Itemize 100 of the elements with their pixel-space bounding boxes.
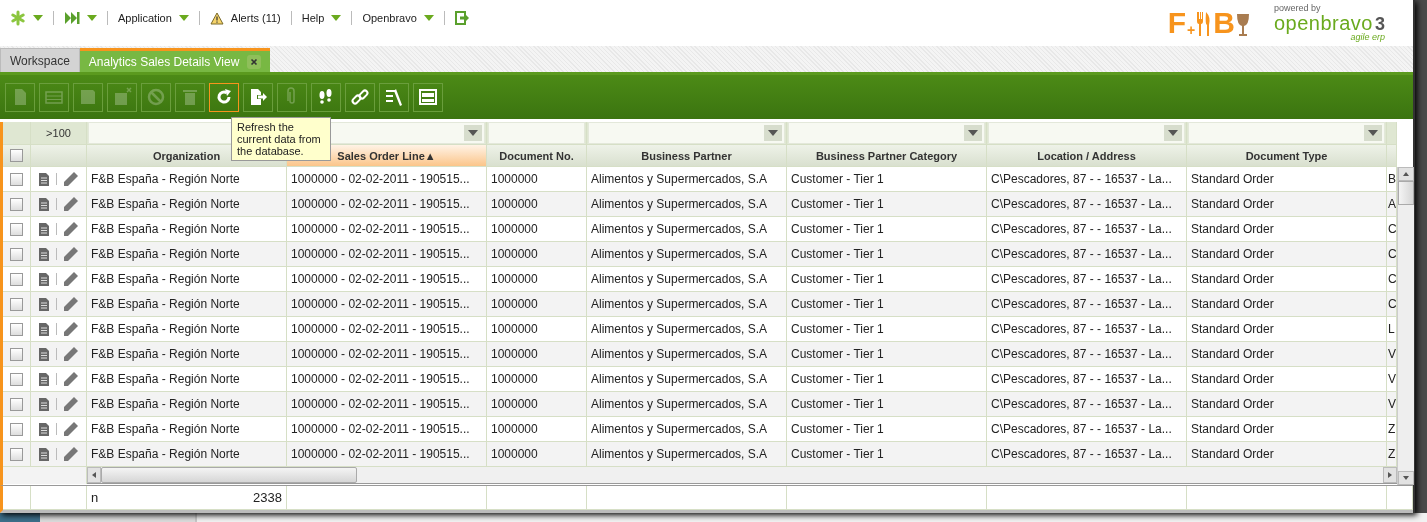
table-cell: 1000000 - 02-02-2011 - 190515... <box>287 442 487 467</box>
arrow-left-icon[interactable] <box>87 467 101 483</box>
table-cell: 1000000 <box>487 192 587 217</box>
table-cell: Customer - Tier 1 <box>787 392 987 417</box>
caret-icon[interactable] <box>331 15 342 21</box>
document-icon[interactable] <box>38 396 50 412</box>
arrow-right-icon[interactable] <box>1383 467 1397 483</box>
pencil-icon[interactable] <box>63 371 79 387</box>
scrollbar-thumb[interactable] <box>1398 181 1414 205</box>
column-header[interactable]: Business Partner Category <box>787 145 987 167</box>
caret-icon[interactable] <box>468 130 478 136</box>
table-cell: 1000000 - 02-02-2011 - 190515... <box>287 342 487 367</box>
filter-dropdown-button[interactable] <box>764 125 782 141</box>
select-all-checkbox[interactable] <box>10 149 23 162</box>
nav-menu-link[interactable]: Openbravo <box>362 12 417 24</box>
nav-menu-link[interactable]: Application <box>118 12 172 24</box>
asterisk-icon[interactable] <box>10 10 26 26</box>
document-icon[interactable] <box>38 321 50 337</box>
summary-cell <box>3 486 31 510</box>
table-cell: Standard Order <box>1187 417 1387 442</box>
pencil-icon[interactable] <box>63 396 79 412</box>
column-header[interactable]: Document No. <box>487 145 587 167</box>
table-cell: 1000000 <box>487 442 587 467</box>
caret-icon[interactable] <box>768 130 778 136</box>
row-checkbox[interactable] <box>10 397 23 411</box>
row-checkbox[interactable] <box>10 272 23 286</box>
logout-icon[interactable] <box>454 11 470 25</box>
warning-icon <box>209 11 224 25</box>
arrow-up-icon[interactable] <box>1398 167 1414 181</box>
horizontal-scrollbar[interactable] <box>87 467 1397 484</box>
table-cell: C\Pescadores, 87 - - 16537 - La... <box>987 367 1187 392</box>
row-checkbox[interactable] <box>10 172 23 186</box>
table-cell: F&B España - Región Norte <box>87 192 287 217</box>
table-cell: 1000000 <box>487 392 587 417</box>
pencil-icon[interactable] <box>63 296 79 312</box>
pencil-icon[interactable] <box>63 321 79 337</box>
window-tab[interactable]: Workspace <box>0 48 80 72</box>
document-icon[interactable] <box>38 421 50 437</box>
filter-dropdown-button[interactable] <box>964 125 982 141</box>
row-checkbox[interactable] <box>10 447 23 461</box>
row-count-label: >100 <box>31 122 87 145</box>
row-checkbox[interactable] <box>10 247 23 261</box>
document-icon[interactable] <box>38 246 50 262</box>
document-icon[interactable] <box>38 196 50 212</box>
pencil-icon[interactable] <box>63 221 79 237</box>
row-checkbox[interactable] <box>10 322 23 336</box>
pencil-icon[interactable] <box>63 171 79 187</box>
table-cell: Standard Order <box>1187 367 1387 392</box>
wine-glass-icon <box>1235 13 1250 37</box>
header-cell[interactable] <box>1387 145 1397 167</box>
document-icon[interactable] <box>38 171 50 187</box>
pencil-icon[interactable] <box>63 246 79 262</box>
document-icon[interactable] <box>38 296 50 312</box>
table-cell: Customer - Tier 1 <box>787 342 987 367</box>
document-icon[interactable] <box>38 371 50 387</box>
row-checkbox[interactable] <box>10 222 23 236</box>
caret-icon[interactable] <box>1368 130 1378 136</box>
filter-dropdown-button[interactable] <box>1164 125 1182 141</box>
table-cell: C\Pescadores, 87 - - 16537 - La... <box>987 242 1187 267</box>
table-cell: Standard Order <box>1187 267 1387 292</box>
column-header[interactable]: Location / Address <box>987 145 1187 167</box>
caret-icon[interactable] <box>87 15 97 21</box>
table-cell: C\Pescadores, 87 - - 16537 - La... <box>987 267 1187 292</box>
caret-icon[interactable] <box>423 15 434 21</box>
tooltip: Refresh the current data from the database. <box>231 117 331 161</box>
fast-forward-icon[interactable] <box>64 11 80 25</box>
arrow-down-icon[interactable] <box>1398 471 1414 485</box>
row-checkbox[interactable] <box>10 347 23 361</box>
pencil-icon[interactable] <box>63 446 79 462</box>
caret-icon[interactable] <box>33 15 43 21</box>
table-cell: C\Pescadores, 87 - - 16537 - La... <box>987 192 1187 217</box>
nav-menu-link[interactable]: Help <box>301 12 325 24</box>
vertical-scrollbar[interactable] <box>1397 167 1414 485</box>
table-cell: F&B España - Región Norte <box>87 292 287 317</box>
row-checkbox[interactable] <box>10 372 23 386</box>
filter-dropdown-button[interactable] <box>1364 125 1382 141</box>
pencil-icon[interactable] <box>63 421 79 437</box>
table-cell: F&B España - Región Norte <box>87 167 287 192</box>
pencil-icon[interactable] <box>63 196 79 212</box>
row-checkbox[interactable] <box>10 422 23 436</box>
table-cell: Standard Order <box>1187 442 1387 467</box>
powered-by-text: powered by <box>1273 4 1322 13</box>
document-icon[interactable] <box>38 271 50 287</box>
table-cell: C\Pescadores, 87 - - 16537 - La... <box>987 292 1187 317</box>
document-icon[interactable] <box>38 221 50 237</box>
caret-icon[interactable] <box>1168 130 1178 136</box>
document-icon[interactable] <box>38 446 50 462</box>
caret-icon[interactable] <box>178 15 189 21</box>
column-header[interactable]: Document Type <box>1187 145 1387 167</box>
nav-menu-link[interactable]: Alerts (11) <box>230 12 281 24</box>
close-icon[interactable] <box>247 54 262 69</box>
pencil-icon[interactable] <box>63 346 79 362</box>
caret-icon[interactable] <box>968 130 978 136</box>
scrollbar-thumb[interactable] <box>101 467 357 483</box>
row-checkbox[interactable] <box>10 197 23 211</box>
row-checkbox[interactable] <box>10 297 23 311</box>
document-icon[interactable] <box>38 346 50 362</box>
column-header[interactable]: Business Partner <box>587 145 787 167</box>
filter-dropdown-button[interactable] <box>464 125 482 141</box>
pencil-icon[interactable] <box>63 271 79 287</box>
